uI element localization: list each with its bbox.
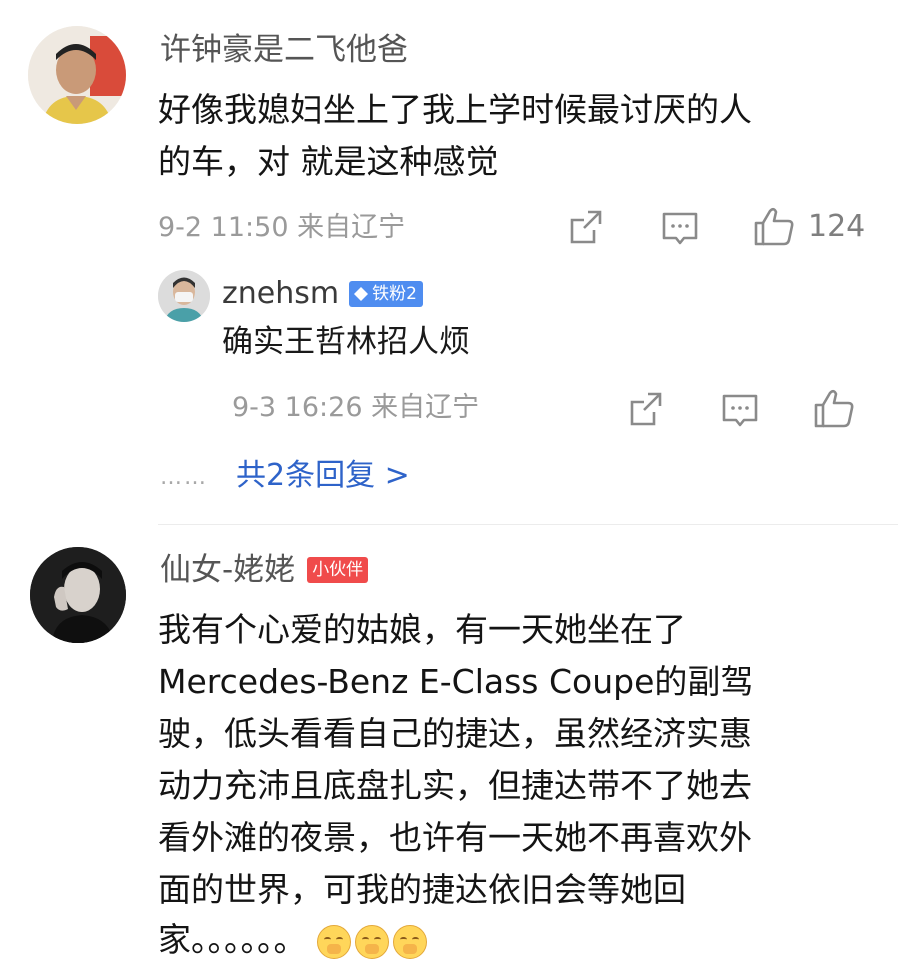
avatar-photo-icon	[28, 26, 126, 124]
comment-text-line: 的车，对 就是这种感觉	[158, 142, 499, 181]
share-button[interactable]	[564, 206, 608, 250]
comment-username[interactable]: 许钟豪是二飞他爸	[160, 30, 408, 70]
comment-text-line: 看外滩的夜景，也许有一天她不再喜欢外	[158, 818, 752, 857]
comment-text-line: 我有个心爱的姑娘，有一天她坐在了	[158, 610, 686, 649]
comment-header: 仙女-姥姥 小伙伴	[160, 550, 369, 590]
comment-text-line: 动力充沛且底盘扎实，但捷达带不了她去	[158, 766, 752, 805]
shush-emoji-icon	[316, 924, 351, 959]
reply-username[interactable]: znehsm	[222, 276, 339, 312]
fan-badge: 铁粉2	[349, 281, 423, 307]
avatar[interactable]	[30, 547, 126, 643]
shush-emoji-icon	[392, 924, 427, 959]
avatar-photo-icon	[158, 270, 210, 322]
reply-share-button[interactable]	[624, 388, 668, 432]
comment-text-line: 家。。。。。。	[158, 920, 307, 959]
avatar-photo-icon	[30, 547, 126, 643]
avatar[interactable]	[28, 26, 126, 124]
share-icon	[630, 392, 662, 426]
shush-emoji-icon	[354, 924, 389, 959]
reply-comment-button[interactable]	[718, 388, 762, 432]
emoji-group	[316, 914, 431, 966]
comment-button[interactable]	[658, 206, 702, 250]
comment-text-line: Mercedes-Benz E-Class Coupe的副驾	[158, 662, 754, 701]
comment-username[interactable]: 仙女-姥姥	[160, 550, 295, 590]
share-icon	[570, 210, 602, 244]
comment-text-line: 好像我媳妇坐上了我上学时候最讨厌的人	[158, 90, 752, 129]
comment-icon	[722, 394, 758, 427]
comment-divider	[158, 524, 898, 525]
comment-meta: 9-2 11:50 来自辽宁	[158, 212, 406, 243]
more-replies-dots: ……	[160, 465, 208, 490]
comment-text-line: 驶，低头看看自己的捷达，虽然经济实惠	[158, 714, 752, 753]
like-button[interactable]	[752, 204, 796, 248]
thumbs-up-icon	[814, 389, 854, 428]
diamond-icon	[354, 287, 369, 301]
reply-meta: 9-3 16:26 来自辽宁	[232, 392, 480, 423]
reply-text: 确实王哲林招人烦	[222, 324, 470, 360]
fan-badge-label: 铁粉2	[372, 284, 417, 304]
comment-text-line: 面的世界，可我的捷达依旧会等她回	[158, 870, 686, 909]
comment-last-line: 家。。。。。。	[158, 914, 431, 966]
reply-like-button[interactable]	[812, 386, 856, 430]
thumbs-up-icon	[754, 207, 794, 246]
comment-icon	[662, 212, 698, 245]
like-count: 124	[808, 209, 866, 244]
reply-avatar[interactable]	[158, 270, 210, 322]
partner-badge: 小伙伴	[307, 557, 369, 583]
view-more-replies-link[interactable]: 共2条回复 >	[236, 456, 410, 496]
reply-header: znehsm 铁粉2	[222, 276, 423, 312]
